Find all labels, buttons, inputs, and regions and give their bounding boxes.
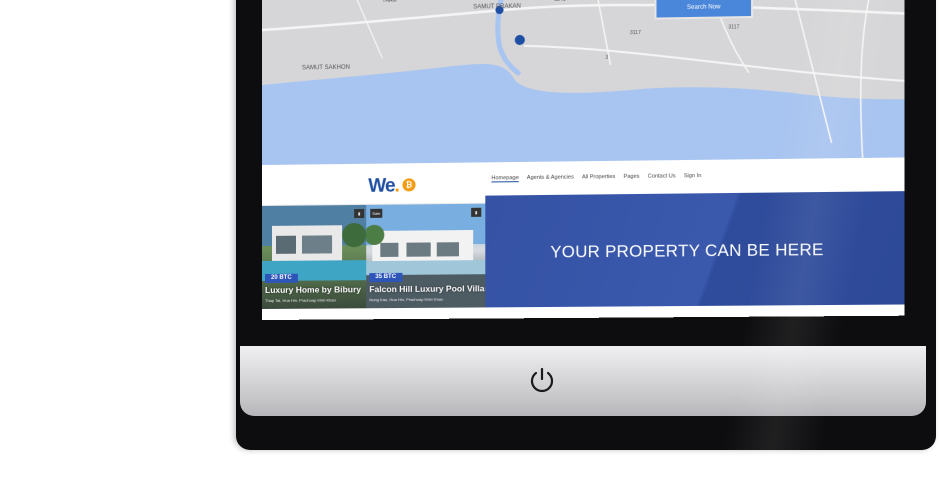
logo-text: We [368, 175, 395, 197]
bookmark-icon[interactable]: ▮ [354, 208, 365, 219]
search-now-button[interactable]: Search Now [654, 0, 754, 20]
property-address: Thap Tai, Hua Hin, Prachuap Khiri Khan [264, 297, 336, 303]
property-price: 20 BTC [264, 273, 298, 283]
svg-text:3117: 3117 [630, 30, 641, 36]
screen: SAMUT PRAKAN SAMUT SAKHON THAM 3241 3117… [262, 0, 905, 320]
map-label-samut-prakan: SAMUT PRAKAN [473, 4, 521, 11]
nav-item-agents[interactable]: Agents & Agencies [527, 174, 574, 182]
map[interactable]: SAMUT PRAKAN SAMUT SAKHON THAM 3241 3117… [262, 0, 905, 169]
sale-tag: Sale [370, 208, 383, 218]
promo-banner[interactable]: YOUR PROPERTY CAN BE HERE [485, 191, 905, 308]
property-title[interactable]: Luxury Home by Bibury [265, 284, 361, 295]
property-card[interactable]: ▮ 20 BTC Luxury Home by Bibury Thap Tai,… [262, 204, 367, 309]
logo-dot: . [394, 175, 399, 197]
property-address: Nong Kae, Hua Hin, Prachuap Khiri Khan [369, 296, 444, 303]
svg-text:3241: 3241 [554, 0, 566, 3]
nav-item-all-properties[interactable]: All Properties [582, 174, 615, 181]
nav-item-sign-in[interactable]: Sign In [684, 173, 702, 180]
nav-item-pages[interactable]: Pages [624, 174, 640, 181]
featured-properties: ▮ 20 BTC Luxury Home by Bibury Thap Tai,… [262, 191, 905, 320]
property-title[interactable]: Falcon Hill Luxury Pool Villas [369, 283, 485, 294]
property-price: 35 BTC [369, 272, 403, 283]
property-card[interactable]: Sale ▮ 35 BTC Falcon Hill Luxury Pool Vi… [366, 203, 486, 309]
nav-menu: Homepage Agents & Agencies All Propertie… [491, 173, 702, 183]
map-label-samut-sakhon: SAMUT SAKHON [302, 65, 350, 72]
nav-item-homepage[interactable]: Homepage [491, 175, 519, 183]
monitor-chin [240, 346, 926, 416]
svg-text:3: 3 [605, 55, 608, 61]
svg-text:3117: 3117 [728, 24, 739, 30]
site-logo[interactable]: We. [368, 175, 399, 197]
bitcoin-icon: ₿ [402, 178, 416, 192]
map-graphic: SAMUT PRAKAN SAMUT SAKHON THAM 3241 3117… [262, 0, 905, 169]
map-label-tham: THAM [382, 0, 396, 4]
power-icon[interactable] [528, 366, 556, 394]
promo-text: YOUR PROPERTY CAN BE HERE [550, 240, 824, 262]
bookmark-icon[interactable]: ▮ [471, 207, 482, 217]
nav-item-contact[interactable]: Contact Us [648, 173, 676, 180]
